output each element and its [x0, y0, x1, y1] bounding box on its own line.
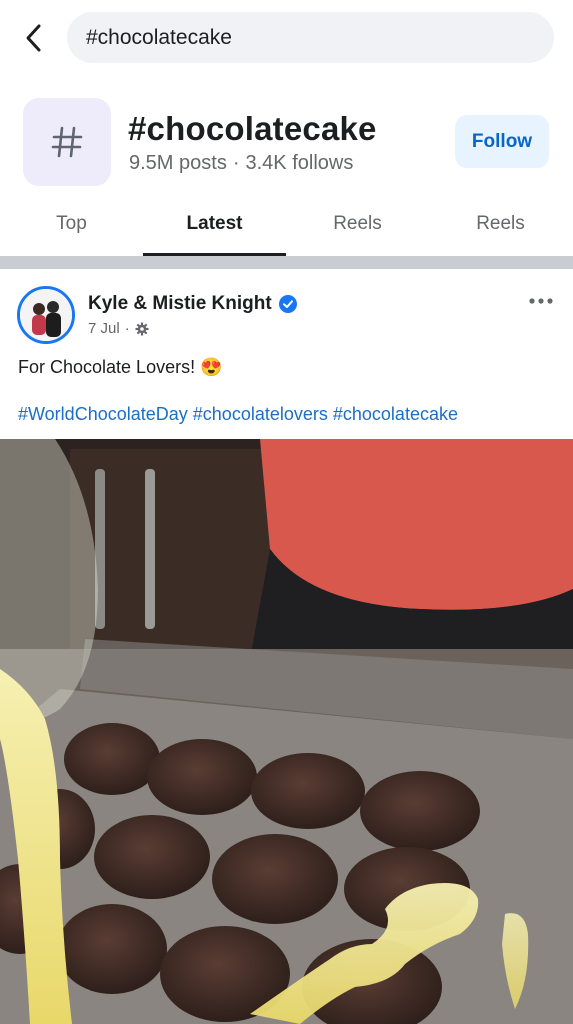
hashtag-icon [23, 98, 111, 186]
avatar[interactable] [17, 286, 75, 344]
tab-latest[interactable]: Latest [143, 198, 286, 256]
back-arrow-icon[interactable] [18, 20, 52, 56]
posts-count: 9.5M posts [129, 152, 227, 174]
stats-separator: · [232, 152, 240, 174]
hashtag-stats: 9.5M posts · 3.4K follows [129, 152, 353, 175]
top-bar: #chocolatecake [0, 0, 573, 78]
gear-icon [135, 322, 149, 335]
post-meta: 7 Jul · [88, 320, 149, 337]
tab-bar: Top Latest Reels Reels [0, 198, 573, 256]
section-divider [0, 256, 573, 269]
more-options-icon[interactable] [527, 290, 555, 312]
post-author[interactable]: Kyle & Mistie Knight [88, 293, 297, 315]
verified-badge-icon [278, 295, 297, 313]
search-input[interactable]: #chocolatecake [67, 12, 554, 63]
tab-reels-2[interactable]: Reels [429, 198, 572, 256]
follow-button[interactable]: Follow [455, 115, 549, 168]
hashtag-link[interactable]: #chocolatecake [333, 404, 458, 424]
tab-top[interactable]: Top [0, 198, 143, 256]
post-caption: For Chocolate Lovers! 😍 [18, 357, 223, 377]
author-name[interactable]: Kyle & Mistie Knight [88, 293, 272, 315]
post-photo[interactable] [0, 439, 573, 1024]
follows-count: 3.4K follows [245, 152, 354, 174]
tab-reels[interactable]: Reels [286, 198, 429, 256]
hashtag-link[interactable]: #WorldChocolateDay [18, 404, 188, 424]
post-hashtags: #WorldChocolateDay #chocolatelovers #cho… [18, 404, 458, 425]
post-date[interactable]: 7 Jul [88, 320, 120, 337]
meta-separator: · [124, 320, 130, 337]
hashtag-link[interactable]: #chocolatelovers [193, 404, 328, 424]
page-title: #chocolatecake [128, 110, 377, 147]
